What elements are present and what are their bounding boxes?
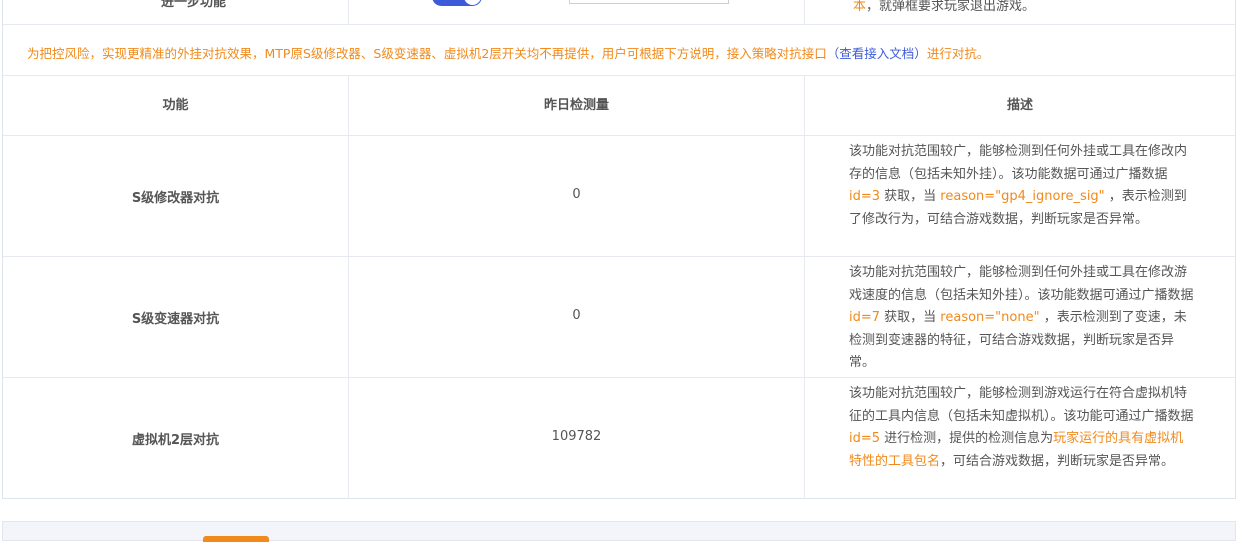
feature-table-panel: 进一步功能 本，就弹框要求玩家退出游戏。 为把控风险，实现更精准的外挂对抗效果，… [2,0,1236,499]
option-select[interactable] [569,0,729,4]
table-row: 虚拟机2层对抗 109782 该功能对抗范围较广，能够检测到游戏运行在符合虚拟机… [3,378,1235,498]
row-description: 该功能对抗范围较广，能够检测到任何外挂或工具在修改内存的信息（包括未知外挂）。该… [849,141,1195,231]
notice-text: 为把控风险，实现更精准的外挂对抗效果，MTP原S级修改器、S级变速器、虚拟机2层… [27,43,989,62]
desc-part: 进行检测，提供的检测信息为 [880,431,1054,446]
column-divider [804,0,805,24]
header-description: 描述 [1006,98,1033,113]
row-feature-name: S级修改器对抗 [131,191,220,206]
desc-highlight: id=3 [849,189,881,204]
row-count: 0 [572,187,581,202]
toggle-knob [464,0,481,5]
top-table-row: 进一步功能 本，就弹框要求玩家退出游戏。 [3,0,1235,25]
table-row: S级变速器对抗 0 该功能对抗范围较广，能够检测到任何外挂或工具在修改游戏速度的… [3,257,1235,378]
desc-part: 获取，当 [880,189,941,204]
feature-toggle[interactable] [432,0,482,6]
notice-text-before: 为把控风险，实现更精准的外挂对抗效果，MTP原S级修改器、S级变速器、虚拟机2层… [27,46,827,61]
row-description: 该功能对抗范围较广，能够检测到任何外挂或工具在修改游戏速度的信息（包括未知外挂）… [849,262,1195,375]
column-divider [348,0,349,24]
table-row: S级修改器对抗 0 该功能对抗范围较广，能够检测到任何外挂或工具在修改内存的信息… [3,136,1235,257]
desc-highlight: reason="none" [940,310,1040,325]
column-divider [348,76,349,499]
desc-part: 该功能对抗范围较广，能够检测到游戏运行在符合虚拟机特征的工具内信息（包括未知虚拟… [849,386,1194,424]
desc-text: ，就弹框要求玩家退出游戏。 [866,0,1036,14]
row-count: 0 [572,308,581,323]
header-feature: 功能 [162,98,189,113]
desc-highlight: 本 [853,0,867,14]
row-feature-name: S级变速器对抗 [131,312,220,327]
desc-part: 获取，当 [880,310,941,325]
row-count: 109782 [551,429,602,444]
header-yesterday-count: 昨日检测量 [543,98,609,113]
column-divider [804,76,805,499]
feature-description: 本，就弹框要求玩家退出游戏。 [853,0,1035,14]
desc-part: ，可结合游戏数据，判断玩家是否异常。 [940,453,1175,469]
next-section-bar [2,521,1236,542]
notice-text-after: 进行对抗。 [926,46,990,61]
desc-part: 该功能对抗范围较广，能够检测到任何外挂或工具在修改内存的信息（包括未知外挂）。该… [849,144,1188,182]
table-header: 功能 昨日检测量 描述 [3,76,1235,136]
desc-highlight: id=7 [849,310,881,325]
desc-part: 该功能对抗范围较广，能够检测到任何外挂或工具在修改游戏速度的信息（包括未知外挂）… [849,265,1194,303]
desc-highlight: reason="gp4_ignore_sig" [940,189,1105,204]
view-docs-link[interactable]: （查看接入文档） [827,46,927,61]
row-feature-name: 虚拟机2层对抗 [131,433,220,448]
row-description: 该功能对抗范围较广，能够检测到游戏运行在符合虚拟机特征的工具内信息（包括未知虚拟… [849,383,1195,473]
notice-banner: 为把控风险，实现更精准的外挂对抗效果，MTP原S级修改器、S级变速器、虚拟机2层… [3,25,1235,76]
feature-label: 进一步功能 [161,0,227,10]
desc-highlight: id=5 [849,431,881,446]
